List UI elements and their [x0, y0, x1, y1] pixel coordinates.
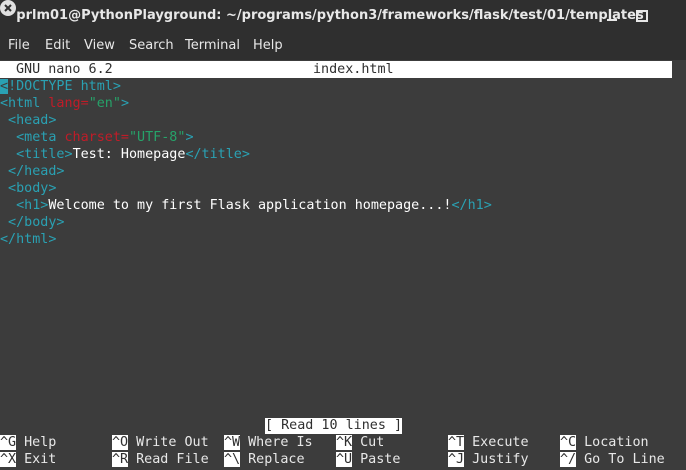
menu-view[interactable]: View — [84, 32, 115, 60]
scrollbar[interactable] — [672, 60, 686, 470]
shortcut-label: Paste — [360, 452, 401, 467]
shortcut-label: Help — [24, 435, 57, 450]
code-token: > — [185, 130, 194, 145]
title-bar[interactable]: prlm01@PythonPlayground: ~/programs/pyth… — [0, 0, 686, 32]
shortcut-execute[interactable]: ^T Execute — [448, 434, 529, 451]
shortcut-help[interactable]: ^G Help — [0, 434, 56, 451]
menu-edit[interactable]: Edit — [45, 32, 70, 60]
maximize-icon — [636, 10, 648, 22]
code-token: charset= — [64, 130, 130, 145]
shortcut-cut[interactable]: ^K Cut — [336, 434, 384, 451]
shortcut-paste[interactable]: ^U Paste — [336, 451, 400, 468]
shortcut-key: ^R — [112, 452, 129, 467]
code-line-1: <!DOCTYPE html> — [0, 78, 121, 95]
shortcut-label: Where Is — [248, 435, 313, 450]
menu-bar: File Edit View Search Terminal Help — [0, 32, 686, 60]
shortcut-where-is[interactable]: ^W Where Is — [224, 434, 313, 451]
code-token: <html — [0, 96, 49, 111]
code-token: Welcome to my first Flask application ho… — [48, 198, 452, 213]
code-line-2: <html lang="en"> — [0, 95, 129, 112]
shortcut-label: Cut — [360, 435, 385, 450]
shortcut-key: ^C — [560, 435, 577, 450]
menu-file[interactable]: File — [8, 32, 30, 60]
menu-search[interactable]: Search — [129, 32, 174, 60]
terminal-area[interactable]: GNU nano 6.2 index.html <!DOCTYPE html> … — [0, 60, 686, 470]
code-token: !DOCTYPE html> — [8, 79, 121, 94]
nano-header-bar: GNU nano 6.2 index.html — [0, 61, 672, 78]
menu-terminal[interactable]: Terminal — [185, 32, 240, 60]
code-token: Test: Homepage — [72, 147, 186, 162]
shortcut-label: Execute — [472, 435, 529, 450]
code-token: > — [120, 96, 129, 111]
code-token: "en" — [88, 96, 121, 111]
code-line-5: <title>Test: Homepage</title> — [0, 146, 250, 163]
shortcut-label: Go To Line — [584, 452, 665, 467]
shortcut-key: ^U — [336, 452, 353, 467]
shortcut-label: Write Out — [136, 435, 209, 450]
code-line-3: <head> — [0, 113, 57, 128]
shortcut-location[interactable]: ^C Location — [560, 434, 649, 451]
shortcut-read-file[interactable]: ^R Read File — [112, 451, 209, 468]
code-token: <meta — [0, 130, 65, 145]
code-token: </h1> — [451, 198, 492, 213]
nano-version: GNU nano 6.2 — [16, 62, 113, 77]
minimize-button[interactable] — [604, 8, 620, 24]
menu-help[interactable]: Help — [253, 32, 283, 60]
shortcut-justify[interactable]: ^J Justify — [448, 451, 529, 468]
code-token: </title> — [185, 147, 250, 162]
nano-filename: index.html — [313, 62, 394, 77]
shortcut-key: ^T — [448, 435, 465, 450]
code-line-10: </html> — [0, 232, 57, 247]
shortcut-label: Exit — [24, 452, 57, 467]
minimize-icon — [607, 19, 617, 21]
code-line-8: <h1>Welcome to my first Flask applicatio… — [0, 197, 492, 214]
shortcut-key: ^\ — [224, 452, 241, 467]
shortcut-label: Replace — [248, 452, 305, 467]
code-line-7: <body> — [0, 181, 57, 196]
maximize-button[interactable] — [634, 8, 650, 24]
shortcut-write-out[interactable]: ^O Write Out — [112, 434, 209, 451]
shortcut-exit[interactable]: ^X Exit — [0, 451, 56, 468]
shortcut-go-to-line[interactable]: ^/ Go To Line — [560, 451, 665, 468]
shortcut-replace[interactable]: ^\ Replace — [224, 451, 305, 468]
shortcut-key: ^W — [224, 435, 241, 450]
shortcut-key: ^G — [0, 435, 17, 450]
code-line-6: </head> — [0, 164, 65, 179]
shortcut-key: ^K — [336, 435, 353, 450]
code-token: <h1> — [0, 198, 49, 213]
code-line-4: <meta charset="UTF-8"> — [0, 129, 194, 146]
code-line-9: </body> — [0, 215, 65, 230]
terminal-window: prlm01@PythonPlayground: ~/programs/pyth… — [0, 0, 686, 470]
window-title: prlm01@PythonPlayground: ~/programs/pyth… — [16, 8, 644, 23]
shortcut-key: ^/ — [560, 452, 577, 467]
shortcut-label: Justify — [472, 452, 529, 467]
shortcut-label: Read File — [136, 452, 209, 467]
code-token: <title> — [0, 147, 73, 162]
code-token: "UTF-8" — [129, 130, 186, 145]
editor-buffer[interactable]: <!DOCTYPE html> <html lang="en"> <head> … — [0, 78, 672, 418]
code-token: lang= — [48, 96, 89, 111]
shortcut-key: ^O — [112, 435, 129, 450]
shortcut-row-1: ^G Help ^O Write Out ^W Where Is ^K Cut ^T Ex… — [0, 434, 672, 451]
shortcut-key: ^X — [0, 452, 17, 467]
text-cursor: < — [0, 79, 9, 94]
shortcut-key: ^J — [448, 452, 465, 467]
status-message: [ Read 10 lines ] — [265, 418, 403, 434]
shortcut-row-2: ^X Exit ^R Read File ^\ Replace ^U Paste ^J J… — [0, 451, 672, 468]
shortcut-label: Location — [584, 435, 649, 450]
